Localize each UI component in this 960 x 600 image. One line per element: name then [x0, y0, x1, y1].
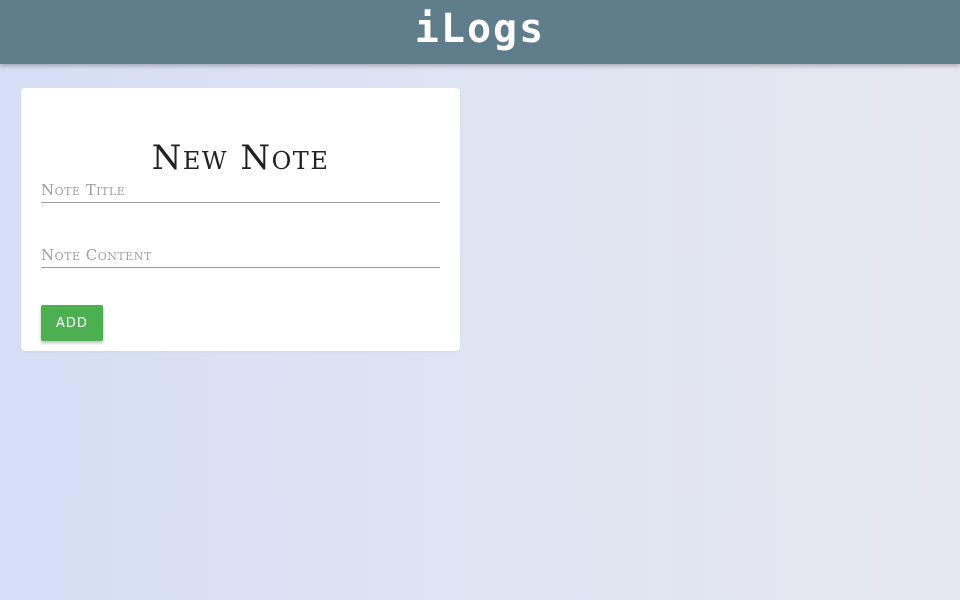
note-title-input[interactable] [41, 178, 440, 203]
note-content-input[interactable] [41, 243, 440, 268]
new-note-heading: New Note [151, 137, 330, 178]
app-logo-title: iLogs [414, 6, 546, 52]
add-note-button[interactable]: ADD [41, 305, 103, 341]
app-header: iLogs [0, 0, 960, 64]
new-note-card: New Note ADD [21, 88, 460, 351]
